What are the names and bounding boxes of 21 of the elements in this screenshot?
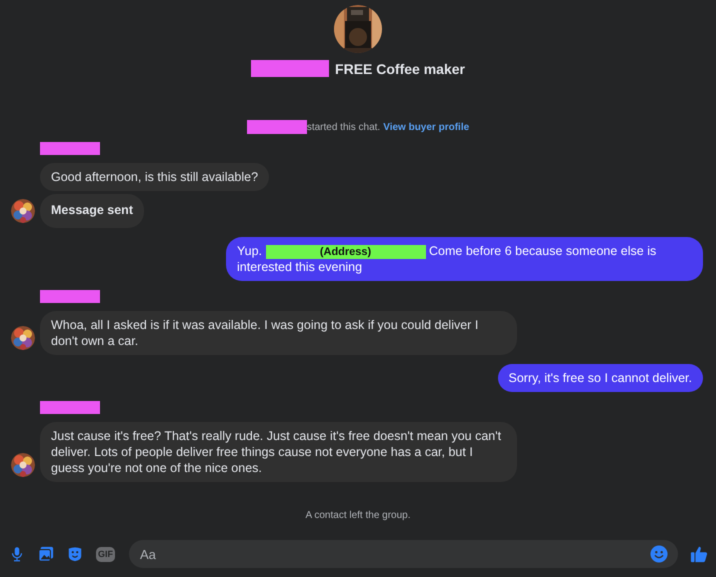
gif-button[interactable]: GIF [96,546,115,562]
message-input[interactable]: Aa [129,540,678,568]
message-text: Message sent [51,202,133,218]
thumbs-up-icon[interactable] [690,545,708,563]
message-text: Yup. (Address) Come before 6 because someone else is interested this evening [237,243,658,275]
sticker-icon[interactable] [67,546,83,562]
system-note: started this chat. [306,122,380,132]
redaction-mark [40,401,100,414]
message-text: Good afternoon, is this still available? [51,169,258,185]
buyer-profile-link[interactable]: View buyer profile [383,122,470,132]
image-icon[interactable] [38,546,54,562]
address-redaction: (Address) [266,245,426,259]
system-note: A contact left the group. [305,510,411,521]
redaction-mark [246,120,307,134]
message-text: Sorry, it's free so I cannot deliver. [508,370,692,386]
redaction-mark [40,142,100,155]
redaction-mark [40,290,100,303]
microphone-icon[interactable] [9,546,25,562]
message-text: Just cause it's free? That's really rude. Just cause it's free doesn't mean you can't deliver. Lots of people deliver free things cause not everyone has a car, but I guess you're not one of the nice ones. [51,428,502,476]
chat-title: FREE Coffee maker [335,60,465,76]
message-text: Whoa, all I asked is if it was available. I was going to ask if you could deliver I don't own a car. [51,317,480,349]
